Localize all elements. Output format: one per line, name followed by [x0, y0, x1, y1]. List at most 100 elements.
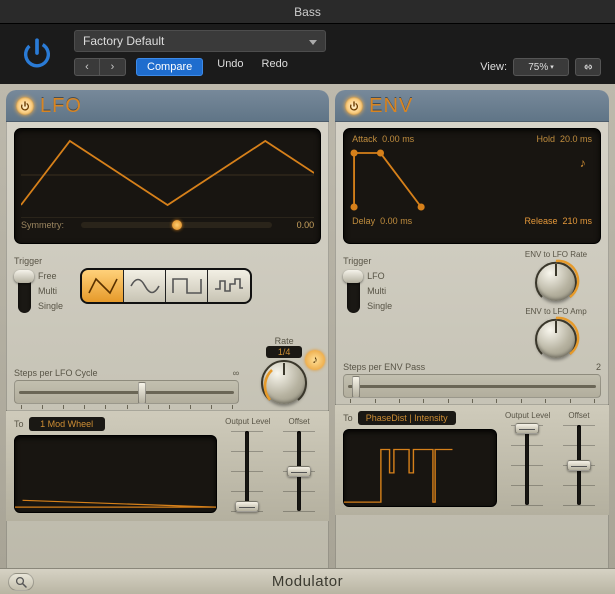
note-icon: ♪	[312, 354, 318, 366]
env-steps-handle[interactable]	[352, 376, 360, 398]
redo-button[interactable]: Redo	[258, 58, 292, 76]
preset-select[interactable]: Factory Default	[74, 30, 326, 52]
env-offset-slider[interactable]	[567, 423, 591, 507]
magnifier-icon	[15, 576, 27, 588]
view-label: View:	[480, 61, 507, 73]
plugin-footer: Modulator	[0, 568, 615, 594]
lfo-offset-slider[interactable]	[287, 429, 311, 513]
lfo-power-button[interactable]	[16, 97, 34, 115]
preset-prev-button[interactable]: ‹	[74, 58, 100, 76]
preset-name: Factory Default	[83, 34, 164, 48]
env-delay-label: Delay	[352, 216, 375, 226]
env-trigger-opt-single: Single	[367, 299, 392, 314]
waveform-triangle-button[interactable]	[82, 270, 124, 302]
power-icon	[20, 101, 30, 111]
preset-next-button[interactable]: ›	[100, 58, 126, 76]
symmetry-value[interactable]: 0.00	[278, 220, 314, 230]
env-trigger-opt-multi: Multi	[367, 284, 392, 299]
env-trigger-label: Trigger	[343, 256, 403, 266]
env-steps-label: Steps per ENV Pass	[343, 362, 425, 372]
symmetry-label: Symmetry:	[21, 220, 75, 230]
env-hold-value[interactable]: 20.0 ms	[560, 134, 592, 144]
chevron-left-icon: ‹	[85, 61, 89, 73]
waveform-square-button[interactable]	[166, 270, 208, 302]
env-offset-label: Offset	[557, 411, 601, 420]
env-title: ENV	[369, 95, 413, 118]
undo-button[interactable]: Undo	[213, 58, 247, 76]
lfo-trigger-opt-free: Free	[38, 269, 63, 284]
lfo-output-scope	[14, 435, 217, 513]
lfo-offset-handle[interactable]	[287, 466, 311, 477]
zoom-value: 75%	[528, 62, 548, 73]
env-section: ENV Attack 0.00 ms Hold 20.0 ms ♪	[335, 90, 609, 594]
lfo-waveform-display[interactable]: Symmetry: 0.00	[14, 128, 321, 244]
env-offset-handle[interactable]	[567, 460, 591, 471]
env-release-value[interactable]: 210 ms	[562, 216, 592, 226]
env-hold-label: Hold	[536, 134, 555, 144]
power-icon	[349, 101, 359, 111]
lfo-rate-label: Rate	[247, 336, 321, 346]
lfo-steps-handle[interactable]	[138, 382, 146, 404]
lfo-section: LFO Symmetry: 0.00 Trigger	[6, 90, 329, 594]
env-delay-value[interactable]: 0.00 ms	[380, 216, 412, 226]
env-attack-value[interactable]: 0.00 ms	[382, 134, 414, 144]
waveform-random-button[interactable]	[208, 270, 250, 302]
env-release-label: Release	[524, 216, 557, 226]
help-button[interactable]	[8, 573, 34, 591]
lfo-steps-label: Steps per LFO Cycle	[14, 368, 98, 378]
env-attack-label: Attack	[352, 134, 377, 144]
env-trigger-opt-lfo: LFO	[367, 269, 392, 284]
lfo-sync-button[interactable]: ♪	[305, 350, 325, 370]
lfo-output-level-slider[interactable]	[235, 429, 259, 513]
env-output-level-handle[interactable]	[515, 423, 539, 434]
env-header: ENV	[335, 90, 609, 122]
caret-up-down-icon: ▾	[550, 63, 554, 71]
lfo-trigger-label: Trigger	[14, 256, 74, 266]
svg-text:♪: ♪	[580, 156, 586, 170]
env-to-lfo-rate-knob[interactable]	[536, 261, 576, 301]
lfo-trigger-switch[interactable]: Free Multi Single	[14, 269, 66, 315]
lfo-trigger-opt-single: Single	[38, 299, 63, 314]
compare-button[interactable]: Compare	[136, 58, 203, 76]
lfo-trigger-knob[interactable]	[14, 270, 34, 283]
lfo-destination-select[interactable]: 1 Mod Wheel	[29, 417, 105, 431]
env-destination-select[interactable]: PhaseDist | Intensity	[358, 411, 456, 425]
triangle-wave-icon	[21, 133, 314, 217]
zoom-select[interactable]: 75% ▾	[513, 58, 569, 76]
link-icon	[581, 62, 595, 72]
plugin-name: Modulator	[34, 573, 581, 590]
env-trigger-switch[interactable]: LFO Multi Single	[343, 269, 395, 315]
lfo-steps-slider[interactable]	[14, 380, 239, 404]
env-to-label: To	[343, 413, 353, 423]
env-display[interactable]: Attack 0.00 ms Hold 20.0 ms ♪ Delay 0.00…	[343, 128, 601, 244]
lfo-to-label: To	[14, 419, 24, 429]
symmetry-handle[interactable]	[172, 220, 182, 230]
envelope-shape-icon: ♪	[350, 145, 594, 215]
lfo-title: LFO	[40, 95, 82, 118]
env-to-lfo-amp-knob[interactable]	[536, 318, 576, 358]
lfo-output-level-label: Output Level	[225, 417, 269, 426]
env-steps-value[interactable]: 2	[596, 362, 601, 372]
window-header: Bass Factory Default ‹ › Compare Undo Re…	[0, 0, 615, 84]
lfo-rate-knob[interactable]	[262, 360, 306, 404]
lfo-output-level-handle[interactable]	[235, 501, 259, 512]
env-power-button[interactable]	[345, 97, 363, 115]
lfo-trigger-options: Free Multi Single	[38, 269, 63, 314]
env-steps-slider[interactable]	[343, 374, 601, 398]
symmetry-slider[interactable]	[81, 222, 272, 228]
window-title: Bass	[0, 0, 615, 24]
env-trigger-knob[interactable]	[343, 270, 363, 283]
lfo-waveform-picker	[80, 268, 252, 304]
chevron-right-icon: ›	[111, 61, 115, 73]
env-trigger-options: LFO Multi Single	[367, 269, 392, 314]
env-output-level-slider[interactable]	[515, 423, 539, 507]
lfo-steps-value[interactable]: ∞	[233, 368, 239, 378]
lfo-offset-label: Offset	[277, 417, 321, 426]
plugin-body: LFO Symmetry: 0.00 Trigger	[0, 84, 615, 594]
lfo-header: LFO	[6, 90, 329, 122]
env-output-level-label: Output Level	[505, 411, 549, 420]
env-output-scope	[343, 429, 497, 507]
link-toggle[interactable]	[575, 58, 601, 76]
lfo-trigger-opt-multi: Multi	[38, 284, 63, 299]
waveform-sine-button[interactable]	[124, 270, 166, 302]
